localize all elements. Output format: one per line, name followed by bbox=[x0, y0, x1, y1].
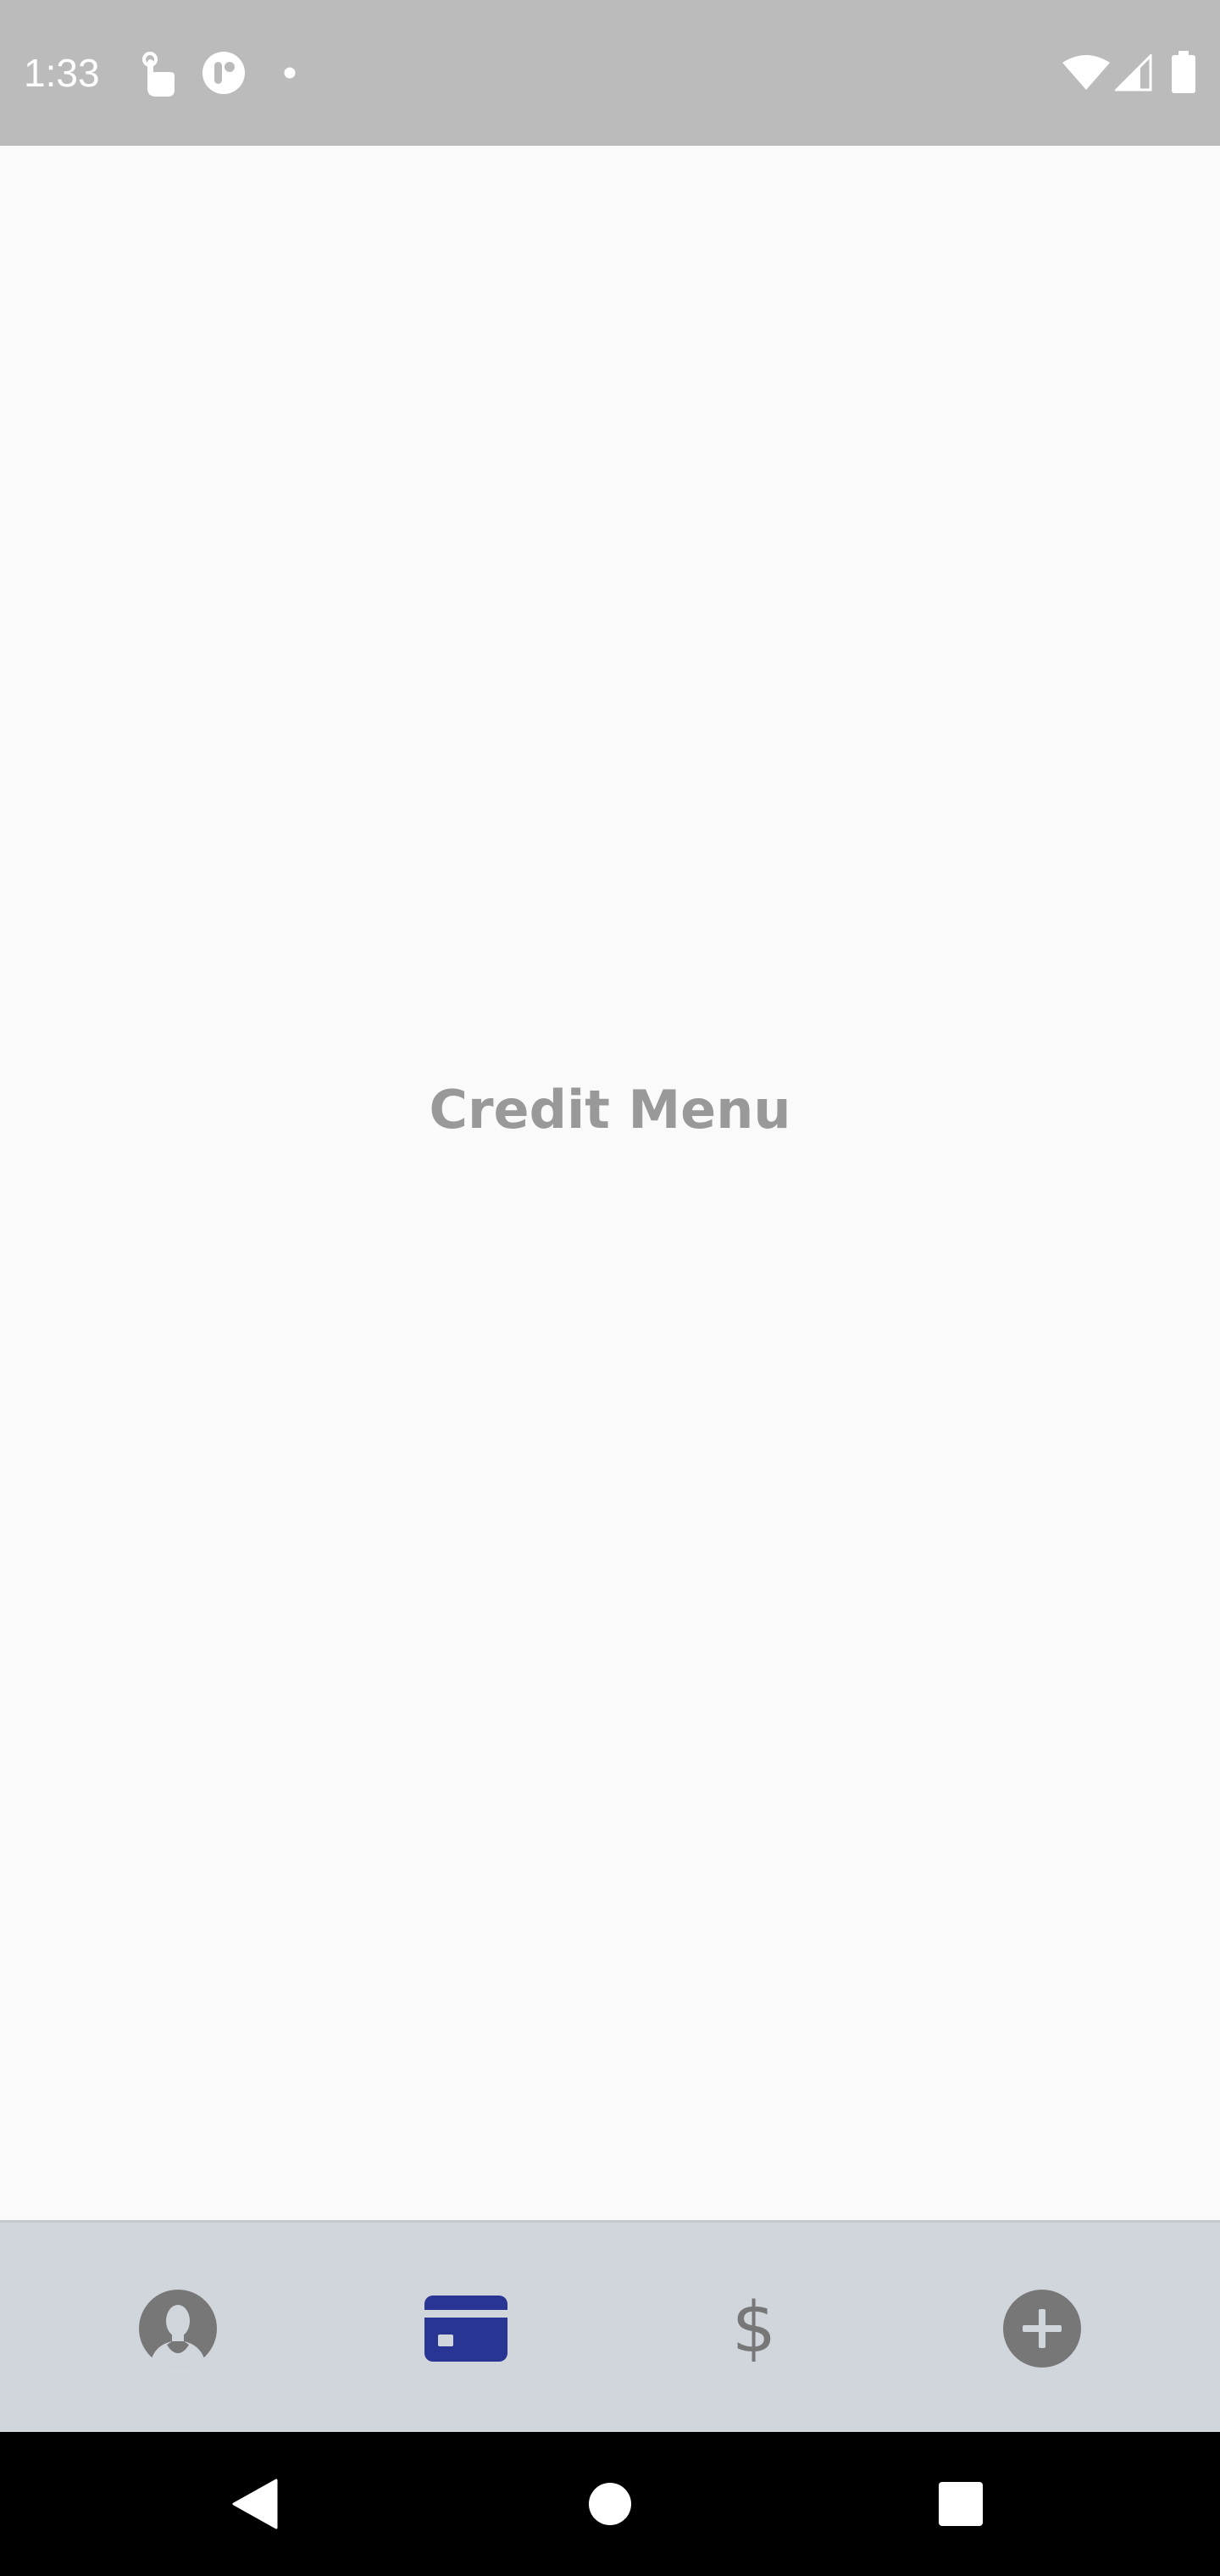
home-button[interactable] bbox=[525, 2432, 695, 2576]
wifi-icon bbox=[1062, 55, 1110, 90]
battery-icon bbox=[1172, 51, 1195, 93]
cellular-signal-icon bbox=[1115, 54, 1152, 92]
back-icon bbox=[232, 2479, 278, 2529]
home-icon bbox=[589, 2483, 631, 2525]
add-circle-icon bbox=[1003, 2290, 1081, 2368]
nav-credit[interactable] bbox=[322, 2223, 610, 2434]
page-title: Credit Menu bbox=[429, 1079, 791, 1141]
recents-button[interactable] bbox=[876, 2432, 1045, 2576]
back-button[interactable] bbox=[169, 2432, 339, 2576]
recents-icon bbox=[939, 2482, 983, 2526]
status-bar: 1:33 bbox=[0, 0, 1220, 146]
status-time: 1:33 bbox=[24, 51, 100, 95]
main-content: Credit Menu bbox=[0, 146, 1220, 2220]
profile-icon bbox=[139, 2290, 217, 2368]
dot-icon bbox=[284, 67, 296, 79]
nav-dollar[interactable]: $ bbox=[610, 2223, 898, 2434]
app-screen: 1:33 Credit Menu $ bbox=[0, 0, 1220, 2576]
dollar-icon: $ bbox=[731, 2288, 777, 2368]
credit-card-icon bbox=[424, 2296, 507, 2362]
app-notification-icon bbox=[202, 52, 245, 94]
nav-add[interactable] bbox=[898, 2223, 1186, 2434]
bottom-navigation: $ bbox=[0, 2220, 1220, 2432]
nav-profile[interactable] bbox=[34, 2223, 322, 2434]
system-navigation-bar bbox=[0, 2432, 1220, 2576]
touch-icon bbox=[142, 52, 175, 97]
